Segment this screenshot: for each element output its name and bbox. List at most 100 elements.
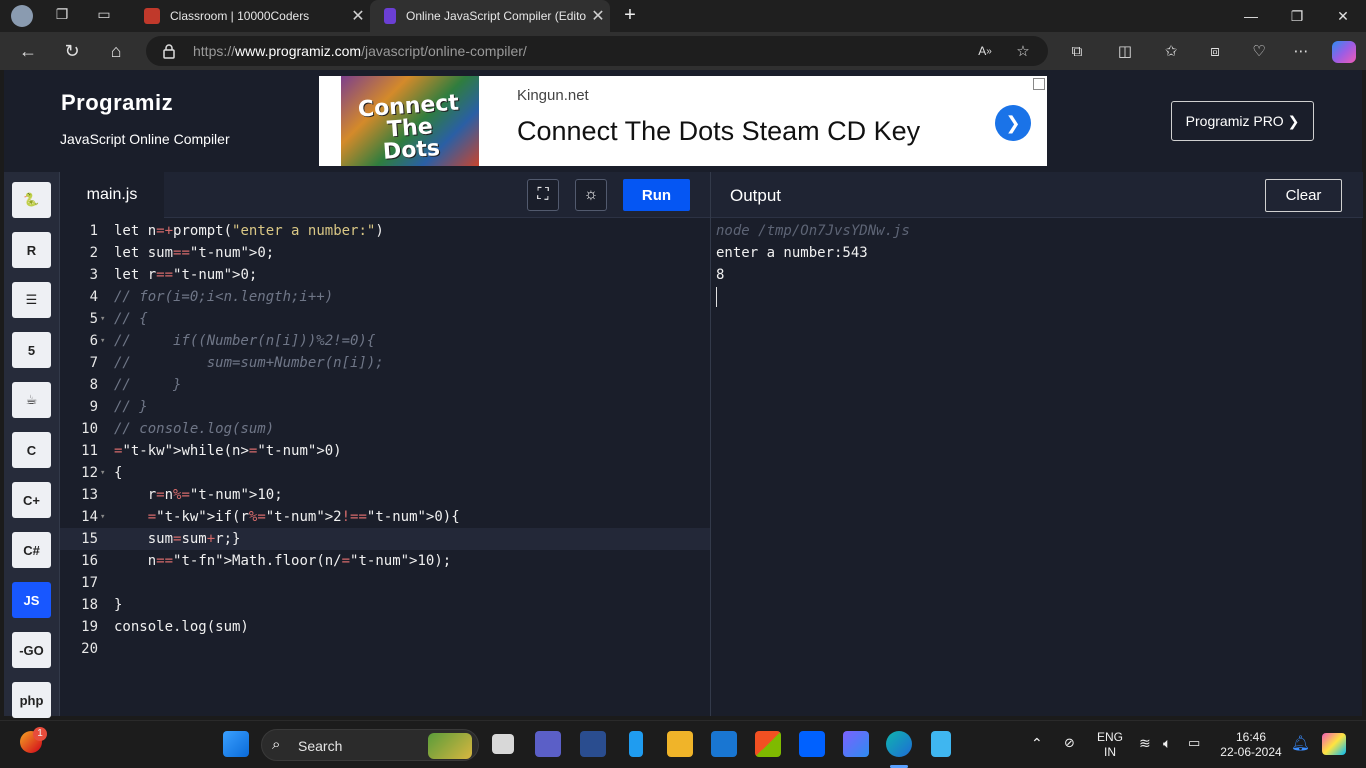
ad-title[interactable]: Connect The Dots Steam CD Key: [517, 116, 920, 147]
collections-icon[interactable]: ⧈: [1204, 41, 1226, 61]
programiz-pro-button[interactable]: Programiz PRO ❯: [1171, 101, 1314, 141]
mail-icon[interactable]: [711, 731, 737, 757]
run-button[interactable]: Run: [623, 179, 690, 211]
code-line[interactable]: 6 ▾ // if((Number(n[i]))%2!=0){: [60, 330, 710, 352]
copilot-taskbar-icon[interactable]: [1322, 733, 1346, 755]
js-icon[interactable]: JS: [12, 582, 51, 618]
output-toolbar: Output Clear: [711, 172, 1363, 218]
new-tab-icon[interactable]: +: [620, 4, 640, 26]
extensions-icon[interactable]: ⧉: [1066, 41, 1088, 61]
performance-icon[interactable]: ♡: [1248, 41, 1270, 61]
notepad-icon[interactable]: [931, 731, 951, 757]
dropbox-icon[interactable]: [799, 731, 825, 757]
theme-toggle-icon[interactable]: ☼: [575, 179, 607, 211]
bell-icon[interactable]: 🔔︎: [1291, 734, 1310, 752]
code-line[interactable]: 3 let r=="t-num">0;: [60, 264, 710, 286]
code-line[interactable]: 18}: [60, 594, 710, 616]
code-line[interactable]: 10 // console.log(sum): [60, 418, 710, 440]
cpp-icon[interactable]: C+: [12, 482, 51, 518]
workspaces-icon[interactable]: ❐: [52, 6, 72, 26]
ad-choices-icon[interactable]: [1033, 78, 1045, 90]
tab-actions-icon[interactable]: ▭: [94, 6, 114, 26]
java-icon[interactable]: ☕: [12, 382, 51, 418]
split-screen-icon[interactable]: ◫: [1114, 41, 1136, 61]
teams-icon[interactable]: [535, 731, 561, 757]
refresh-icon[interactable]: ↻: [58, 39, 86, 63]
back-icon[interactable]: ←: [14, 39, 42, 63]
code-line[interactable]: 9 // }: [60, 396, 710, 418]
fold-toggle-icon[interactable]: ▾: [100, 330, 105, 352]
code-line[interactable]: 5 ▾ // {: [60, 308, 710, 330]
code-line[interactable]: 17: [60, 572, 710, 594]
csharp-icon[interactable]: C#: [12, 532, 51, 568]
code-line[interactable]: 12 ▾ {: [60, 462, 710, 484]
code-line[interactable]: 8 // }: [60, 374, 710, 396]
favorite-star-icon[interactable]: ☆: [1012, 41, 1034, 61]
output-title: Output: [730, 186, 782, 205]
sql-icon[interactable]: ☰: [12, 282, 51, 318]
php-icon[interactable]: php: [12, 682, 51, 718]
dev-home-icon[interactable]: [580, 731, 606, 757]
read-aloud-icon[interactable]: A»: [974, 41, 996, 61]
output-console[interactable]: node /tmp/On7JvsYDNw.js enter a number:5…: [716, 220, 910, 307]
copilot-icon[interactable]: [1332, 41, 1356, 63]
code-line[interactable]: 7 // sum=sum+Number(n[i]);: [60, 352, 710, 374]
task-view-icon[interactable]: [492, 734, 514, 754]
clear-button[interactable]: Clear: [1265, 179, 1342, 212]
minimize-icon[interactable]: —: [1228, 0, 1274, 32]
code-line[interactable]: 11 ="t-kw">while(n>="t-num">0): [60, 440, 710, 462]
ad-banner[interactable]: Connect The Dots Kingun.net Connect The …: [319, 76, 1047, 166]
start-icon[interactable]: [223, 731, 249, 757]
tab-programiz[interactable]: Online JavaScript Compiler (Edito ✕: [370, 0, 610, 32]
close-tab-icon[interactable]: ✕: [346, 6, 370, 26]
r-icon[interactable]: R: [12, 232, 51, 268]
fold-toggle-icon[interactable]: ▾: [100, 308, 105, 330]
file-explorer-icon[interactable]: [667, 731, 693, 757]
code-line[interactable]: 15 sum=sum+r;}: [60, 528, 710, 550]
profile-avatar[interactable]: [11, 5, 33, 27]
battery-icon[interactable]: ▭: [1188, 735, 1200, 751]
fold-toggle-icon[interactable]: ▾: [100, 506, 105, 528]
fullscreen-icon[interactable]: ⛶: [527, 179, 559, 211]
page-subtitle: JavaScript Online Compiler: [60, 131, 230, 147]
code-line[interactable]: 14 ▾ ="t-kw">if(r%="t-num">2!=="t-num">0)…: [60, 506, 710, 528]
ad-image[interactable]: Connect The Dots: [341, 76, 479, 166]
code-line[interactable]: 13 r=n%="t-num">10;: [60, 484, 710, 506]
vscode-icon[interactable]: [629, 731, 643, 757]
code-line[interactable]: 2 let sum=="t-num">0;: [60, 242, 710, 264]
copilot-app-icon[interactable]: [843, 731, 869, 757]
code-text: r=n%="t-num">10;: [114, 487, 283, 503]
fold-toggle-icon[interactable]: ▾: [100, 462, 105, 484]
show-hidden-icons[interactable]: ⌃: [1031, 735, 1043, 752]
python-icon[interactable]: 🐍: [12, 182, 51, 218]
c-icon[interactable]: C: [12, 432, 51, 468]
restore-icon[interactable]: ❐: [1274, 0, 1320, 32]
tab-classroom[interactable]: Classroom | 10000Coders ✕: [130, 0, 370, 32]
code-line[interactable]: 20: [60, 638, 710, 660]
home-icon[interactable]: ⌂: [102, 39, 130, 63]
close-window-icon[interactable]: ✕: [1320, 0, 1366, 32]
volume-icon[interactable]: 🔈︎: [1163, 735, 1171, 752]
more-icon[interactable]: ⋯: [1290, 41, 1312, 61]
close-tab-icon[interactable]: ✕: [586, 6, 610, 26]
code-line[interactable]: 1 let n=+prompt("enter a number:"): [60, 220, 710, 242]
code-area[interactable]: 1 let n=+prompt("enter a number:") 2 let su…: [60, 220, 710, 716]
ad-arrow-icon[interactable]: ❯: [995, 105, 1031, 141]
code-line[interactable]: 19 console.log(sum): [60, 616, 710, 638]
programiz-logo[interactable]: Programiz: [61, 90, 173, 116]
file-tab-main-js[interactable]: main.js: [60, 172, 164, 218]
html-icon[interactable]: 5: [12, 332, 51, 368]
store-icon[interactable]: [755, 731, 781, 757]
ad-domain: Kingun.net: [517, 87, 589, 104]
go-icon[interactable]: -GO: [12, 632, 51, 668]
clock[interactable]: 16:46 22-06-2024: [1218, 730, 1284, 760]
edge-icon[interactable]: [886, 731, 912, 757]
language-indicator[interactable]: ENG IN: [1094, 730, 1126, 760]
code-line[interactable]: 16 n=="t-fn">Math.floor(n/="t-num">10);: [60, 550, 710, 572]
address-bar[interactable]: https://www.programiz.com/javascript/onl…: [146, 36, 1048, 66]
network-status-icon[interactable]: ⊘: [1064, 735, 1075, 751]
favorites-icon[interactable]: ✩: [1160, 41, 1182, 61]
taskbar-search[interactable]: ⌕ Search: [261, 729, 479, 761]
wifi-icon[interactable]: ≋: [1139, 735, 1151, 752]
code-line[interactable]: 4 // for(i=0;i<n.length;i++): [60, 286, 710, 308]
